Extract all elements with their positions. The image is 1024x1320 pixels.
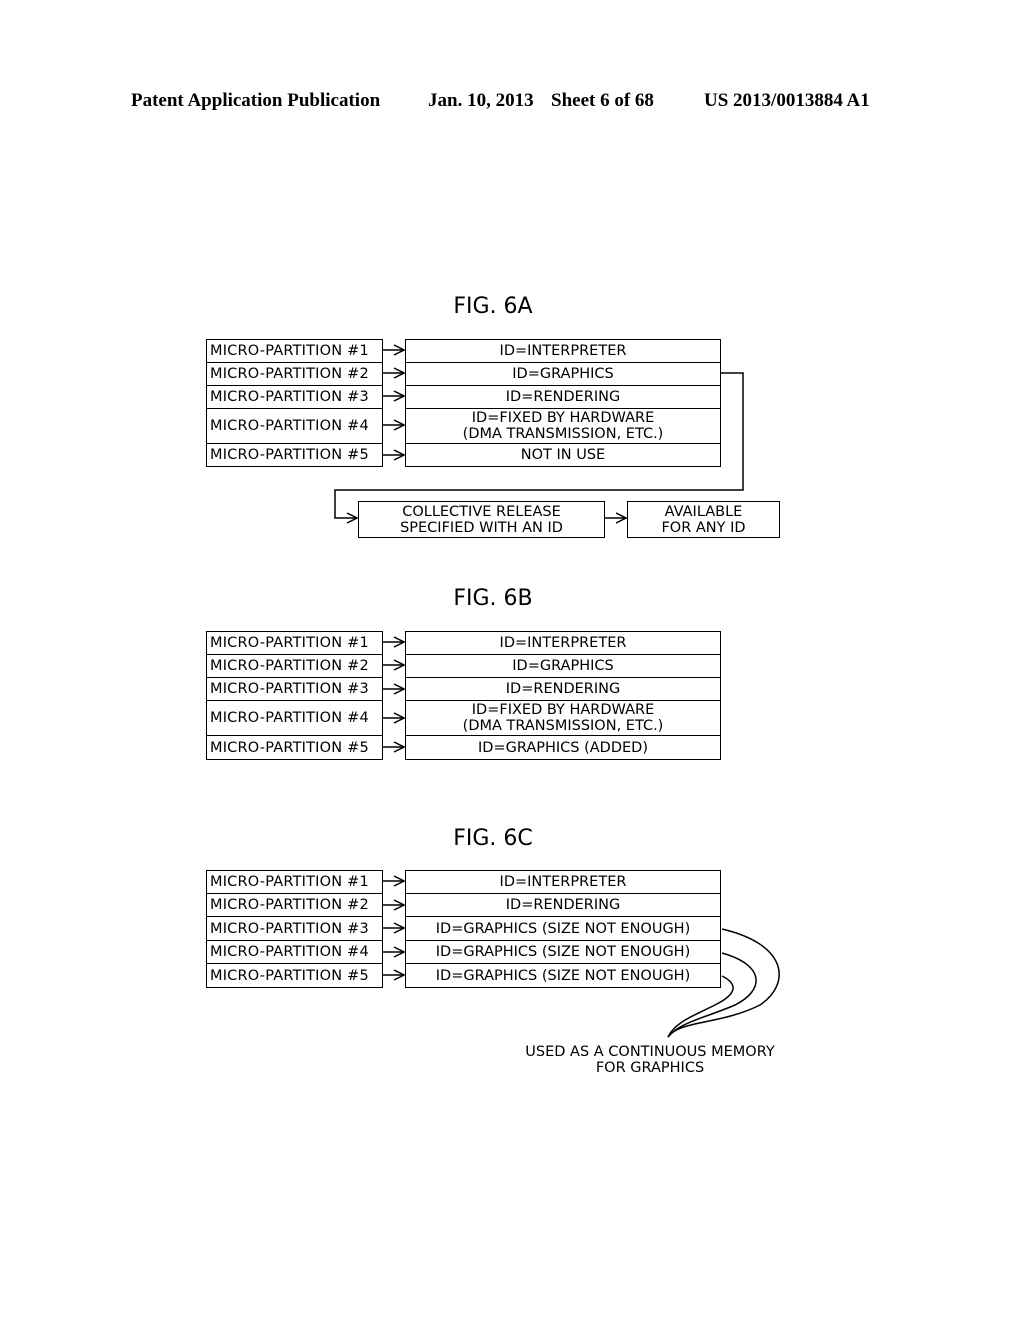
id-cell: ID=GRAPHICS (SIZE NOT ENOUGH) [405,940,721,964]
id-cell: ID=GRAPHICS (ADDED) [405,735,721,760]
id-cell: ID=GRAPHICS [405,654,721,678]
partition-cell: MICRO-PARTITION #3 [206,916,383,941]
continuous-memory-note: USED AS A CONTINUOUS MEMORY FOR GRAPHICS [500,1044,800,1076]
partition-cell: MICRO-PARTITION #5 [206,735,383,760]
sheet-number: Sheet 6 of 68 [551,90,654,111]
partition-cell: MICRO-PARTITION #4 [206,408,383,444]
release-line: COLLECTIVE RELEASE [402,503,561,520]
id-cell: ID=RENDERING [405,385,721,409]
partition-cell: MICRO-PARTITION #5 [206,443,383,467]
available-line: AVAILABLE [664,503,743,520]
id-line: ID=FIXED BY HARDWARE [471,702,655,718]
id-line: ID=FIXED BY HARDWARE [471,410,655,426]
note-line: FOR GRAPHICS [595,1060,705,1076]
fig-6a-title: FIG. 6A [453,294,533,319]
fig-6b-title: FIG. 6B [453,586,533,611]
fig-6c-title: FIG. 6C [453,826,533,851]
patent-number: US 2013/0013884 A1 [704,90,870,111]
partition-cell: MICRO-PARTITION #4 [206,700,383,736]
publication-date: Jan. 10, 2013 [428,90,534,111]
collective-release-box: COLLECTIVE RELEASE SPECIFIED WITH AN ID [358,501,605,538]
partition-cell: MICRO-PARTITION #1 [206,870,383,894]
available-box: AVAILABLE FOR ANY ID [627,501,780,538]
partition-cell: MICRO-PARTITION #2 [206,362,383,386]
partition-cell: MICRO-PARTITION #3 [206,385,383,409]
id-cell: ID=RENDERING [405,893,721,917]
release-line: SPECIFIED WITH AN ID [400,519,563,536]
note-line: USED AS A CONTINUOUS MEMORY [525,1044,775,1060]
partition-cell: MICRO-PARTITION #2 [206,654,383,678]
partition-cell: MICRO-PARTITION #1 [206,631,383,655]
id-cell: ID=GRAPHICS (SIZE NOT ENOUGH) [405,916,721,941]
available-line: FOR ANY ID [661,519,746,536]
publication-label: Patent Application Publication [131,90,381,111]
id-cell: ID=FIXED BY HARDWARE (DMA TRANSMISSION, … [405,408,721,444]
id-cell: ID=FIXED BY HARDWARE (DMA TRANSMISSION, … [405,700,721,736]
id-cell: ID=INTERPRETER [405,870,721,894]
id-cell: ID=GRAPHICS (SIZE NOT ENOUGH) [405,963,721,988]
partition-cell: MICRO-PARTITION #1 [206,339,383,363]
partition-cell: MICRO-PARTITION #5 [206,963,383,988]
id-line: (DMA TRANSMISSION, ETC.) [462,426,664,442]
id-cell: NOT IN USE [405,443,721,467]
partition-cell: MICRO-PARTITION #4 [206,940,383,964]
id-cell: ID=GRAPHICS [405,362,721,386]
id-line: (DMA TRANSMISSION, ETC.) [462,718,664,734]
id-cell: ID=INTERPRETER [405,339,721,363]
id-cell: ID=INTERPRETER [405,631,721,655]
id-cell: ID=RENDERING [405,677,721,701]
partition-cell: MICRO-PARTITION #3 [206,677,383,701]
partition-cell: MICRO-PARTITION #2 [206,893,383,917]
